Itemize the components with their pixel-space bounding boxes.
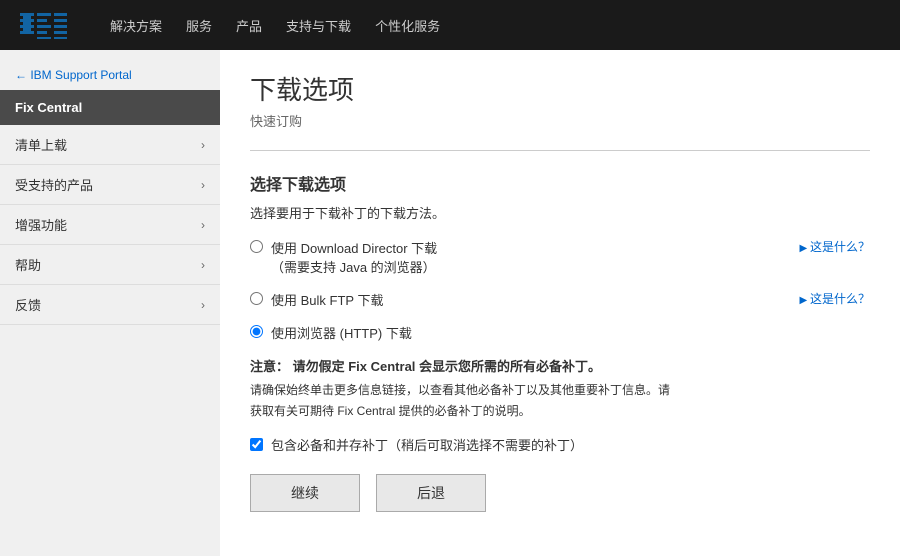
sidebar-back-link[interactable]: IBM Support Portal — [0, 60, 220, 90]
bulk-ftp-info-link[interactable]: 这是什么？ — [800, 290, 870, 307]
option-label-http[interactable]: 使用浏览器 (HTTP) 下载 — [271, 323, 870, 342]
radio-http-download[interactable] — [250, 325, 263, 338]
option-line2: （需要支持 Java 的浏览器） — [271, 257, 780, 276]
nav-link-products[interactable]: 产品 — [236, 16, 262, 35]
nav-link-solutions[interactable]: 解决方案 — [110, 16, 162, 35]
sidebar-item-label: 帮助 — [15, 255, 41, 274]
sidebar-item-supported-products[interactable]: 受支持的产品 › — [0, 165, 220, 205]
button-row: 继续 后退 — [250, 474, 870, 512]
sidebar-item-help[interactable]: 帮助 › — [0, 245, 220, 285]
main-container: IBM Support Portal Fix Central 清单上载 › 受支… — [0, 50, 900, 556]
sidebar-item-label: 清单上载 — [15, 135, 67, 154]
chevron-right-icon: › — [201, 218, 205, 232]
ibm-logo — [20, 11, 80, 39]
note-line1: 请确保始终单击更多信息链接，以查看其他必备补丁以及其他重要补丁信息。请 — [250, 381, 870, 398]
sidebar-item-label: 增强功能 — [15, 215, 67, 234]
option-row-http: 使用浏览器 (HTTP) 下载 — [250, 323, 870, 342]
content-area: 下载选项 快速订购 选择下载选项 选择要用于下载补丁的下载方法。 使用 Down… — [220, 50, 900, 556]
chevron-right-icon: › — [201, 178, 205, 192]
sidebar-title: Fix Central — [0, 90, 220, 125]
option-line1: 使用 Download Director 下载 — [271, 238, 780, 257]
sidebar-item-feedback[interactable]: 反馈 › — [0, 285, 220, 325]
radio-download-director[interactable] — [250, 240, 263, 253]
section-title: 选择下载选项 — [250, 171, 870, 195]
nav-link-services[interactable]: 服务 — [186, 16, 212, 35]
sidebar-item-enhancements[interactable]: 增强功能 › — [0, 205, 220, 245]
note-line2: 获取有关可期待 Fix Central 提供的必备补丁的说明。 — [250, 402, 870, 419]
checkbox-prerequisites-label[interactable]: 包含必备和并存补丁（稍后可取消选择不需要的补丁） — [271, 435, 583, 454]
chevron-right-icon: › — [201, 298, 205, 312]
page-title: 下载选项 — [250, 70, 870, 107]
sidebar-item-list-upload[interactable]: 清单上载 › — [0, 125, 220, 165]
sidebar-item-label: 反馈 — [15, 295, 41, 314]
checkbox-prerequisites[interactable] — [250, 438, 263, 451]
divider — [250, 150, 870, 151]
note-bold-text: 注意： 请勿假定 Fix Central 会显示您所需的所有必备补丁。 — [250, 356, 870, 375]
top-navigation: 解决方案 服务 产品 支持与下载 个性化服务 — [0, 0, 900, 50]
note-section: 注意： 请勿假定 Fix Central 会显示您所需的所有必备补丁。 请确保始… — [250, 356, 870, 419]
section-description: 选择要用于下载补丁的下载方法。 — [250, 203, 870, 222]
chevron-right-icon: › — [201, 258, 205, 272]
sidebar-item-label: 受支持的产品 — [15, 175, 93, 194]
chevron-right-icon: › — [201, 138, 205, 152]
checkbox-row-prerequisites: 包含必备和并存补丁（稍后可取消选择不需要的补丁） — [250, 435, 870, 454]
sidebar: IBM Support Portal Fix Central 清单上载 › 受支… — [0, 50, 220, 556]
option-row-bulk-ftp: 使用 Bulk FTP 下载 这是什么？ — [250, 290, 870, 309]
back-button[interactable]: 后退 — [376, 474, 486, 512]
option-row-download-director: 使用 Download Director 下载 （需要支持 Java 的浏览器）… — [250, 238, 870, 276]
option-label-download-director[interactable]: 使用 Download Director 下载 （需要支持 Java 的浏览器） — [271, 238, 780, 276]
page-subtitle: 快速订购 — [250, 111, 870, 130]
option-line1: 使用 Bulk FTP 下载 — [271, 293, 383, 308]
option-line1: 使用浏览器 (HTTP) 下载 — [271, 326, 412, 341]
nav-links: 解决方案 服务 产品 支持与下载 个性化服务 — [110, 16, 440, 35]
radio-bulk-ftp[interactable] — [250, 292, 263, 305]
download-director-info-link[interactable]: 这是什么？ — [800, 238, 870, 255]
continue-button[interactable]: 继续 — [250, 474, 360, 512]
nav-link-support[interactable]: 支持与下载 — [286, 16, 351, 35]
nav-link-personalized[interactable]: 个性化服务 — [375, 16, 440, 35]
option-label-bulk-ftp[interactable]: 使用 Bulk FTP 下载 — [271, 290, 780, 309]
